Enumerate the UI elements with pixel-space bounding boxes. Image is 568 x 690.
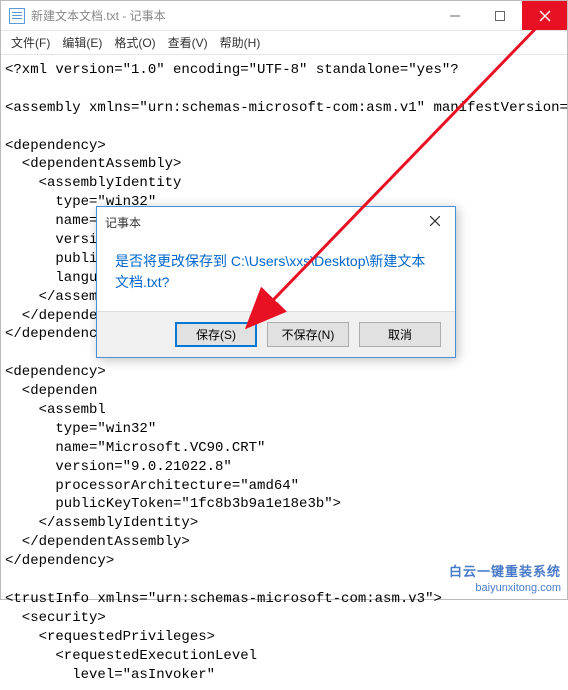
menu-help[interactable]: 帮助(H) bbox=[214, 34, 267, 51]
titlebar: 新建文本文档.txt - 记事本 bbox=[1, 1, 567, 31]
menu-format[interactable]: 格式(O) bbox=[108, 34, 161, 51]
close-icon bbox=[430, 216, 440, 226]
close-button[interactable] bbox=[522, 1, 567, 30]
window-title: 新建文本文档.txt - 记事本 bbox=[31, 7, 432, 24]
menu-file[interactable]: 文件(F) bbox=[5, 34, 56, 51]
dialog-buttons: 保存(S) 不保存(N) 取消 bbox=[97, 311, 455, 357]
dont-save-button[interactable]: 不保存(N) bbox=[267, 322, 349, 347]
dialog-titlebar: 记事本 bbox=[97, 207, 455, 237]
dialog-title: 记事本 bbox=[105, 214, 141, 231]
menu-edit[interactable]: 编辑(E) bbox=[56, 34, 108, 51]
watermark: 白云一键重装系统 baiyunxitong.com bbox=[449, 564, 561, 595]
dialog-close-button[interactable] bbox=[423, 215, 447, 229]
cancel-button[interactable]: 取消 bbox=[359, 322, 441, 347]
window-controls bbox=[432, 1, 567, 30]
save-button[interactable]: 保存(S) bbox=[175, 322, 257, 347]
dialog-message: 是否将更改保存到 C:\Users\xxs\Desktop\新建文本文档.txt… bbox=[97, 237, 455, 311]
watermark-line1: 白云一键重装系统 bbox=[449, 564, 561, 581]
menubar: 文件(F) 编辑(E) 格式(O) 查看(V) 帮助(H) bbox=[1, 31, 567, 55]
maximize-button[interactable] bbox=[477, 1, 522, 30]
minimize-button[interactable] bbox=[432, 1, 477, 30]
watermark-line2: baiyunxitong.com bbox=[449, 581, 561, 595]
notepad-icon bbox=[9, 8, 25, 24]
save-dialog: 记事本 是否将更改保存到 C:\Users\xxs\Desktop\新建文本文档… bbox=[96, 206, 456, 358]
menu-view[interactable]: 查看(V) bbox=[162, 34, 214, 51]
